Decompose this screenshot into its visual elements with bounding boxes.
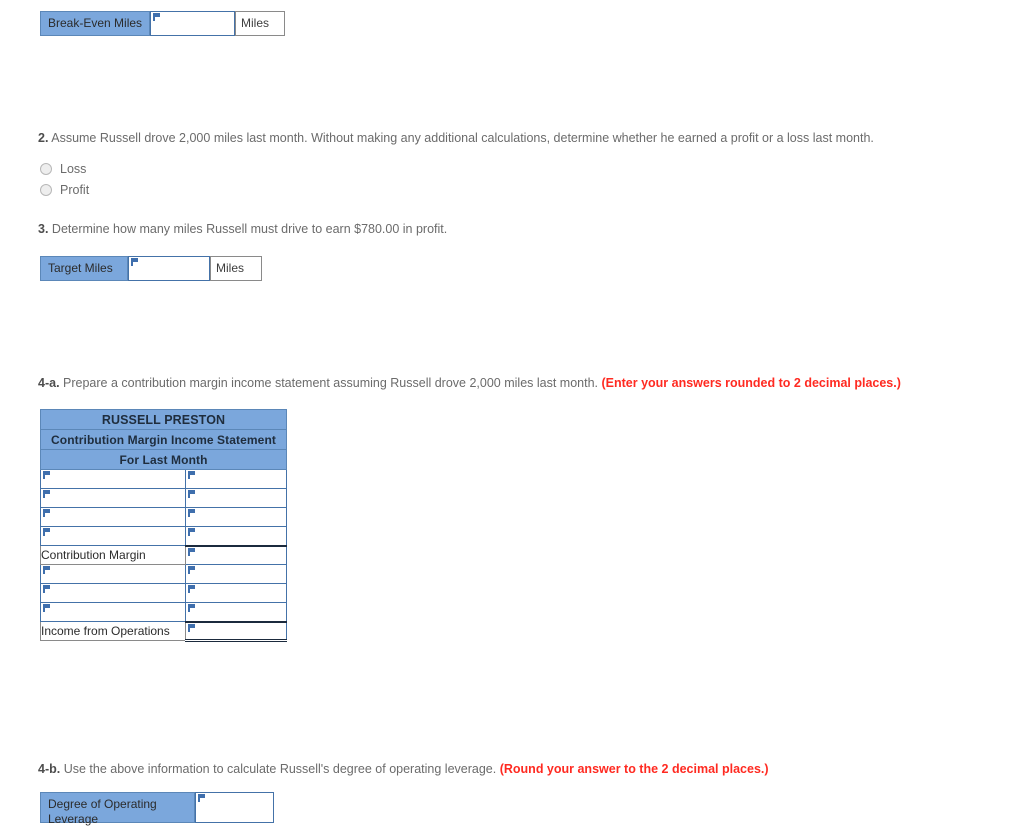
- degree-of-operating-leverage-row: Degree of Operating Leverage: [40, 792, 274, 826]
- question-4b-number: 4-b.: [38, 762, 61, 776]
- table-row: Income from Operations: [40, 621, 288, 642]
- text-caret-icon: [43, 509, 50, 517]
- question-2-text: 2. Assume Russell drove 2,000 miles last…: [38, 130, 874, 146]
- table-row: Contribution Margin: [40, 545, 288, 565]
- statement-line-3-amount-input[interactable]: [184, 507, 288, 527]
- radio-option-profit[interactable]: Profit: [40, 181, 89, 198]
- radio-icon-loss[interactable]: [40, 162, 52, 175]
- radio-icon-profit[interactable]: [40, 183, 52, 196]
- question-4a-note: (Enter your answers rounded to 2 decimal…: [601, 376, 901, 390]
- target-miles-label: Target Miles: [40, 256, 128, 281]
- statement-line-2-amount-input[interactable]: [184, 488, 288, 508]
- statement-line-8-label-input[interactable]: [40, 602, 186, 622]
- text-caret-icon: [131, 258, 138, 266]
- text-caret-icon: [198, 794, 205, 802]
- statement-line-8-amount-input[interactable]: [184, 602, 288, 623]
- statement-line-2-label-input[interactable]: [40, 488, 186, 508]
- text-caret-icon: [188, 566, 195, 574]
- question-4a-number: 4-a.: [38, 376, 60, 390]
- statement-line-7-label-input[interactable]: [40, 583, 186, 603]
- statement-period-label: For Last Month: [39, 449, 288, 470]
- radio-option-loss[interactable]: Loss: [40, 160, 89, 177]
- text-caret-icon: [188, 547, 195, 556]
- radio-label-profit: Profit: [60, 182, 90, 197]
- question-4b-note: (Round your answer to the 2 decimal plac…: [499, 762, 769, 776]
- question-3-body: Determine how many miles Russell must dr…: [51, 222, 448, 236]
- statement-line-1-amount-input[interactable]: [184, 469, 288, 489]
- question-4a-text: 4-a. Prepare a contribution margin incom…: [38, 375, 901, 391]
- question-2-number: 2.: [38, 131, 49, 145]
- statement-line-6-amount-input[interactable]: [184, 564, 288, 584]
- text-caret-icon: [188, 585, 195, 593]
- text-caret-icon: [188, 604, 195, 612]
- break-even-miles-input[interactable]: [150, 11, 235, 36]
- text-caret-icon: [188, 623, 195, 632]
- contribution-margin-income-statement: RUSSELL PRESTON Contribution Margin Inco…: [39, 409, 288, 642]
- target-miles-unit: Miles: [210, 256, 262, 281]
- text-caret-icon: [43, 490, 50, 498]
- text-caret-icon: [188, 471, 195, 479]
- table-row: [40, 583, 288, 603]
- statement-subtitle-row: Contribution Margin Income Statement: [39, 429, 288, 450]
- table-row: [40, 507, 288, 527]
- text-caret-icon: [188, 528, 195, 536]
- statement-line-4-label-input[interactable]: [40, 526, 186, 546]
- statement-line-6-label-input[interactable]: [40, 564, 186, 584]
- question-2-body: Assume Russell drove 2,000 miles last mo…: [51, 131, 874, 145]
- degree-of-operating-leverage-label: Degree of Operating Leverage: [40, 792, 195, 826]
- income-from-operations-label: Income from Operations: [40, 621, 186, 641]
- income-from-operations-amount-input[interactable]: [184, 621, 288, 642]
- statement-line-7-amount-input[interactable]: [184, 583, 288, 603]
- text-caret-icon: [43, 471, 50, 479]
- question-4b-body: Use the above information to calculate R…: [63, 762, 497, 776]
- table-row: [40, 488, 288, 508]
- text-caret-icon: [188, 490, 195, 498]
- table-row: [40, 564, 288, 584]
- question-2-radio-group: Loss Profit: [40, 160, 89, 198]
- break-even-miles-label: Break-Even Miles: [40, 11, 150, 36]
- break-even-miles-row: Break-Even Miles Miles: [40, 11, 285, 36]
- statement-title-row: RUSSELL PRESTON: [39, 409, 288, 430]
- question-4a-body: Prepare a contribution margin income sta…: [63, 376, 599, 390]
- table-row: [40, 602, 288, 623]
- statement-type-label: Contribution Margin Income Statement: [39, 429, 288, 450]
- statement-company-name: RUSSELL PRESTON: [39, 409, 288, 430]
- text-caret-icon: [43, 566, 50, 574]
- contribution-margin-label: Contribution Margin: [40, 545, 186, 565]
- text-caret-icon: [153, 13, 160, 21]
- question-4b-text: 4-b. Use the above information to calcul…: [38, 761, 769, 777]
- text-caret-icon: [43, 528, 50, 536]
- statement-period-row: For Last Month: [39, 449, 288, 470]
- target-miles-input[interactable]: [128, 256, 210, 281]
- text-caret-icon: [43, 585, 50, 593]
- table-row: [40, 469, 288, 489]
- question-3-text: 3. Determine how many miles Russell must…: [38, 221, 447, 237]
- target-miles-row: Target Miles Miles: [40, 256, 262, 281]
- contribution-margin-amount-input[interactable]: [184, 545, 288, 565]
- question-3-number: 3.: [38, 222, 49, 236]
- statement-line-3-label-input[interactable]: [40, 507, 186, 527]
- radio-label-loss: Loss: [60, 161, 87, 176]
- statement-line-4-amount-input[interactable]: [184, 526, 288, 547]
- text-caret-icon: [188, 509, 195, 517]
- break-even-miles-unit: Miles: [235, 11, 285, 36]
- statement-line-1-label-input[interactable]: [40, 469, 186, 489]
- table-row: [40, 526, 288, 547]
- text-caret-icon: [43, 604, 50, 612]
- degree-of-operating-leverage-input[interactable]: [195, 792, 274, 823]
